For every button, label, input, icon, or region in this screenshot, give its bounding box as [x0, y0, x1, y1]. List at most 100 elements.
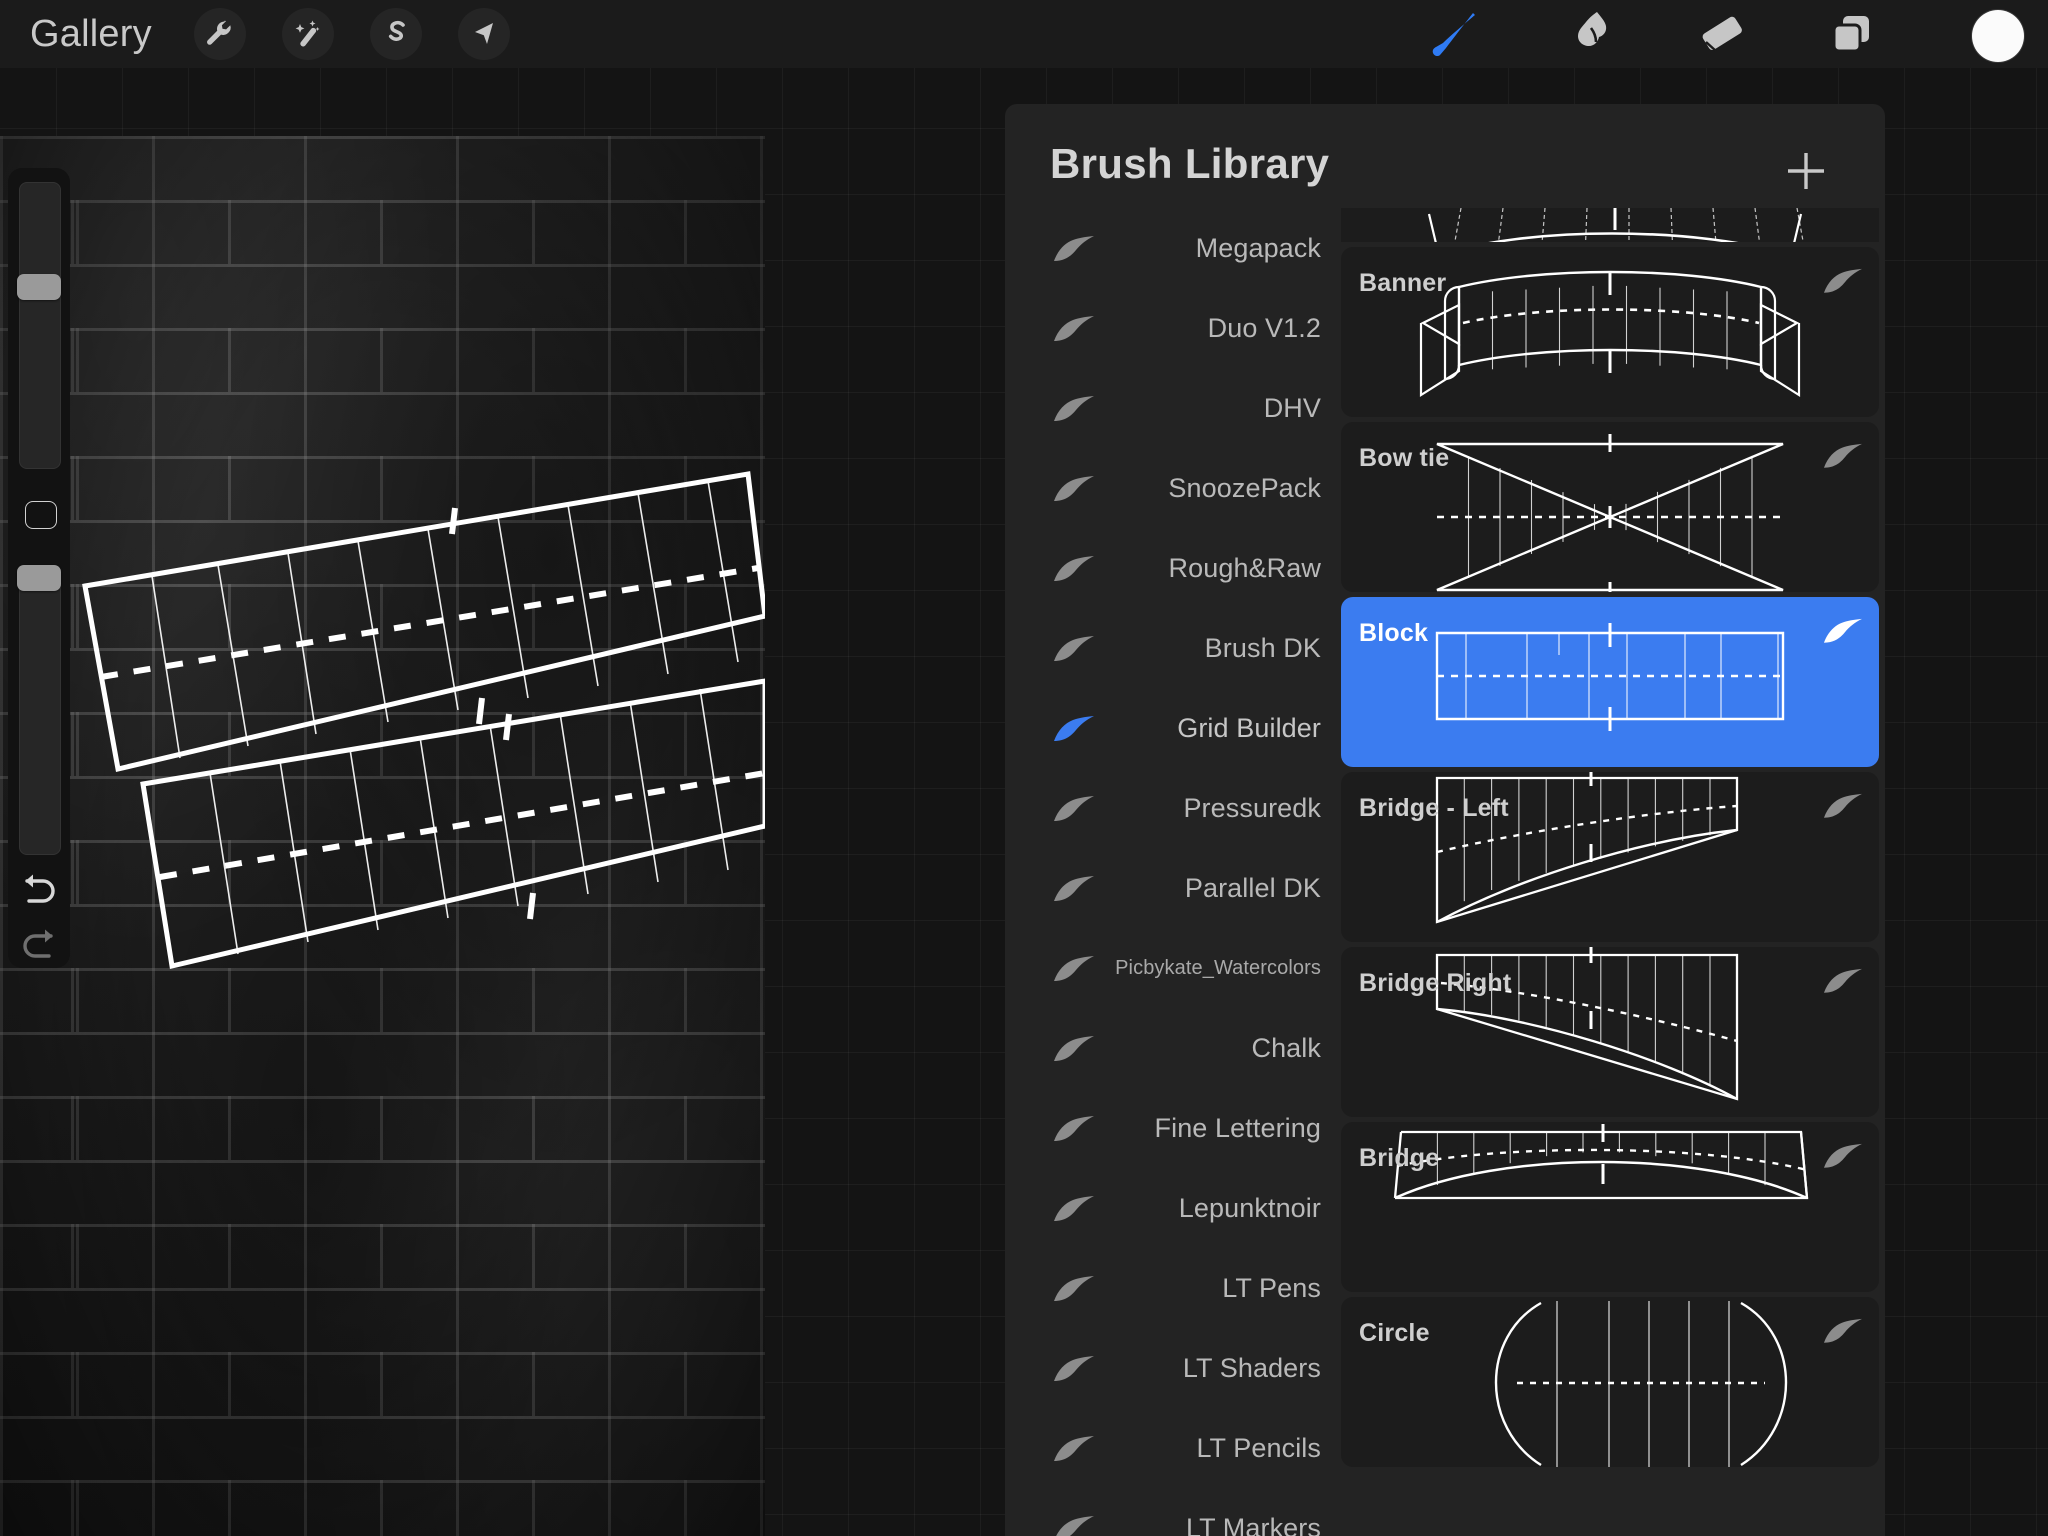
- brush-name: Banner: [1359, 269, 1447, 297]
- brush-name: Bridge - Left: [1359, 794, 1509, 822]
- brush-set-item[interactable]: LT Markers: [1005, 1488, 1341, 1536]
- brush-set-swoosh-icon: [1053, 874, 1095, 904]
- brush-set-label: Chalk: [1251, 1032, 1321, 1063]
- brush-thumbnail: [1341, 208, 1879, 242]
- brush-name: Bridge Right: [1359, 969, 1512, 997]
- brush-set-item[interactable]: LT Pens: [1005, 1248, 1341, 1328]
- opacity-slider[interactable]: [17, 565, 61, 855]
- brush-set-label: Duo V1.2: [1207, 312, 1321, 343]
- brush-swoosh-icon: [1823, 442, 1863, 470]
- brush-set-swoosh-icon: [1053, 1274, 1095, 1304]
- brush-set-item[interactable]: Megapack: [1005, 208, 1341, 288]
- brush-set-item[interactable]: Pressuredk: [1005, 768, 1341, 848]
- transform-arrow-icon[interactable]: [458, 8, 510, 60]
- brush-card[interactable]: [1341, 208, 1879, 242]
- brush-card[interactable]: Banner: [1341, 247, 1879, 417]
- brush-set-swoosh-icon: [1053, 1434, 1095, 1464]
- brush-set-label: Pressuredk: [1183, 792, 1321, 823]
- brush-set-item[interactable]: LT Pencils: [1005, 1408, 1341, 1488]
- brush-set-item[interactable]: Fine Lettering: [1005, 1088, 1341, 1168]
- brush-card[interactable]: Bridge: [1341, 1122, 1879, 1292]
- brush-set-label: Lepunktnoir: [1178, 1192, 1321, 1223]
- brush-name: Bridge: [1359, 1144, 1440, 1172]
- brush-card[interactable]: Circle: [1341, 1297, 1879, 1467]
- undo-button[interactable]: [18, 868, 60, 910]
- left-sidebar: [8, 168, 70, 968]
- brush-name: Circle: [1359, 1319, 1430, 1347]
- brush-set-swoosh-icon: [1053, 554, 1095, 584]
- brush-set-item[interactable]: SnoozePack: [1005, 448, 1341, 528]
- brush-set-item[interactable]: Chalk: [1005, 1008, 1341, 1088]
- brush-set-swoosh-icon: [1053, 1194, 1095, 1224]
- brush-set-swoosh-icon: [1053, 1114, 1095, 1144]
- layers-icon[interactable]: [1820, 8, 1882, 60]
- brush-set-label: LT Markers: [1185, 1512, 1321, 1536]
- brush-swoosh-icon: [1823, 1142, 1863, 1170]
- brush-size-slider[interactable]: [17, 182, 61, 469]
- brush-set-swoosh-icon: [1053, 234, 1095, 264]
- brush-library-panel: Brush Library Megapack Duo V1.2 DHV SnoozeP…: [1005, 104, 1885, 1536]
- brush-set-swoosh-icon: [1053, 634, 1095, 664]
- redo-button[interactable]: [18, 923, 60, 965]
- brush-set-swoosh-icon: [1053, 394, 1095, 424]
- brush-name: Bow tie: [1359, 444, 1450, 472]
- brush-set-label: DHV: [1263, 392, 1321, 423]
- brush-card[interactable]: Bow tie: [1341, 422, 1879, 592]
- gallery-button[interactable]: Gallery: [30, 13, 152, 55]
- brush-set-label: SnoozePack: [1168, 472, 1321, 503]
- brush-set-label: LT Pencils: [1196, 1432, 1321, 1463]
- brush-set-item[interactable]: Duo V1.2: [1005, 288, 1341, 368]
- brush-set-item[interactable]: Rough&Raw: [1005, 528, 1341, 608]
- brush-swoosh-icon: [1823, 967, 1863, 995]
- brush-set-label: Grid Builder: [1177, 712, 1321, 743]
- brush-set-item[interactable]: DHV: [1005, 368, 1341, 448]
- brush-set-item[interactable]: Lepunktnoir: [1005, 1168, 1341, 1248]
- actions-wrench-icon[interactable]: [194, 8, 246, 60]
- brush-set-swoosh-icon: [1053, 1034, 1095, 1064]
- selection-s-icon[interactable]: [370, 8, 422, 60]
- opacity-handle[interactable]: [17, 565, 61, 591]
- drawing-canvas[interactable]: [0, 136, 765, 1536]
- procreate-app: Gallery Brush Library Megapack Duo V1.2 …: [0, 0, 2048, 1536]
- brush-swoosh-icon: [1823, 617, 1863, 645]
- paint-brush-icon[interactable]: [1425, 8, 1487, 60]
- brush-set-swoosh-icon: [1053, 474, 1095, 504]
- top-toolbar: Gallery: [0, 0, 2048, 68]
- brush-name: Block: [1359, 619, 1429, 647]
- brush-set-label: Megapack: [1195, 232, 1321, 263]
- eraser-icon[interactable]: [1690, 8, 1752, 60]
- brush-set-item[interactable]: Picbykate_Watercolors: [1005, 928, 1341, 1008]
- add-brush-plus-icon[interactable]: [1783, 148, 1829, 194]
- adjustments-wand-icon[interactable]: [282, 8, 334, 60]
- brush-set-label: Fine Lettering: [1154, 1112, 1321, 1143]
- brush-set-swoosh-icon: [1053, 954, 1095, 984]
- brush-card[interactable]: Bridge Right: [1341, 947, 1879, 1117]
- brush-set-label: LT Shaders: [1182, 1352, 1321, 1383]
- brush-swoosh-icon: [1823, 792, 1863, 820]
- brush-set-label: Brush DK: [1204, 632, 1321, 663]
- brush-size-handle[interactable]: [17, 274, 61, 300]
- grid-guide-artwork: [82, 471, 765, 970]
- brush-card-list[interactable]: Banner Bow tie Block Bridge - Left Bridge Ri…: [1341, 208, 1885, 1536]
- brush-set-item[interactable]: Grid Builder: [1005, 688, 1341, 768]
- brush-set-swoosh-icon: [1053, 794, 1095, 824]
- brush-set-label: Picbykate_Watercolors: [1115, 956, 1321, 979]
- panel-title: Brush Library: [1050, 140, 1330, 187]
- brush-swoosh-icon: [1823, 267, 1863, 295]
- brush-set-item[interactable]: LT Shaders: [1005, 1328, 1341, 1408]
- brush-set-list[interactable]: Megapack Duo V1.2 DHV SnoozePack Rough&Raw Br…: [1005, 208, 1341, 1536]
- brush-card[interactable]: Block: [1341, 597, 1879, 767]
- brush-set-swoosh-icon: [1053, 314, 1095, 344]
- brush-card[interactable]: Bridge - Left: [1341, 772, 1879, 942]
- brush-set-swoosh-icon: [1053, 714, 1095, 744]
- brush-set-label: Rough&Raw: [1168, 552, 1321, 583]
- brush-set-label: Parallel DK: [1184, 872, 1321, 903]
- brush-set-label: LT Pens: [1222, 1272, 1321, 1303]
- brush-set-swoosh-icon: [1053, 1514, 1095, 1536]
- brush-set-swoosh-icon: [1053, 1354, 1095, 1384]
- brush-set-item[interactable]: Parallel DK: [1005, 848, 1341, 928]
- smudge-icon[interactable]: [1560, 8, 1622, 60]
- modify-button[interactable]: [25, 501, 57, 529]
- color-swatch[interactable]: [1972, 10, 2024, 62]
- brush-set-item[interactable]: Brush DK: [1005, 608, 1341, 688]
